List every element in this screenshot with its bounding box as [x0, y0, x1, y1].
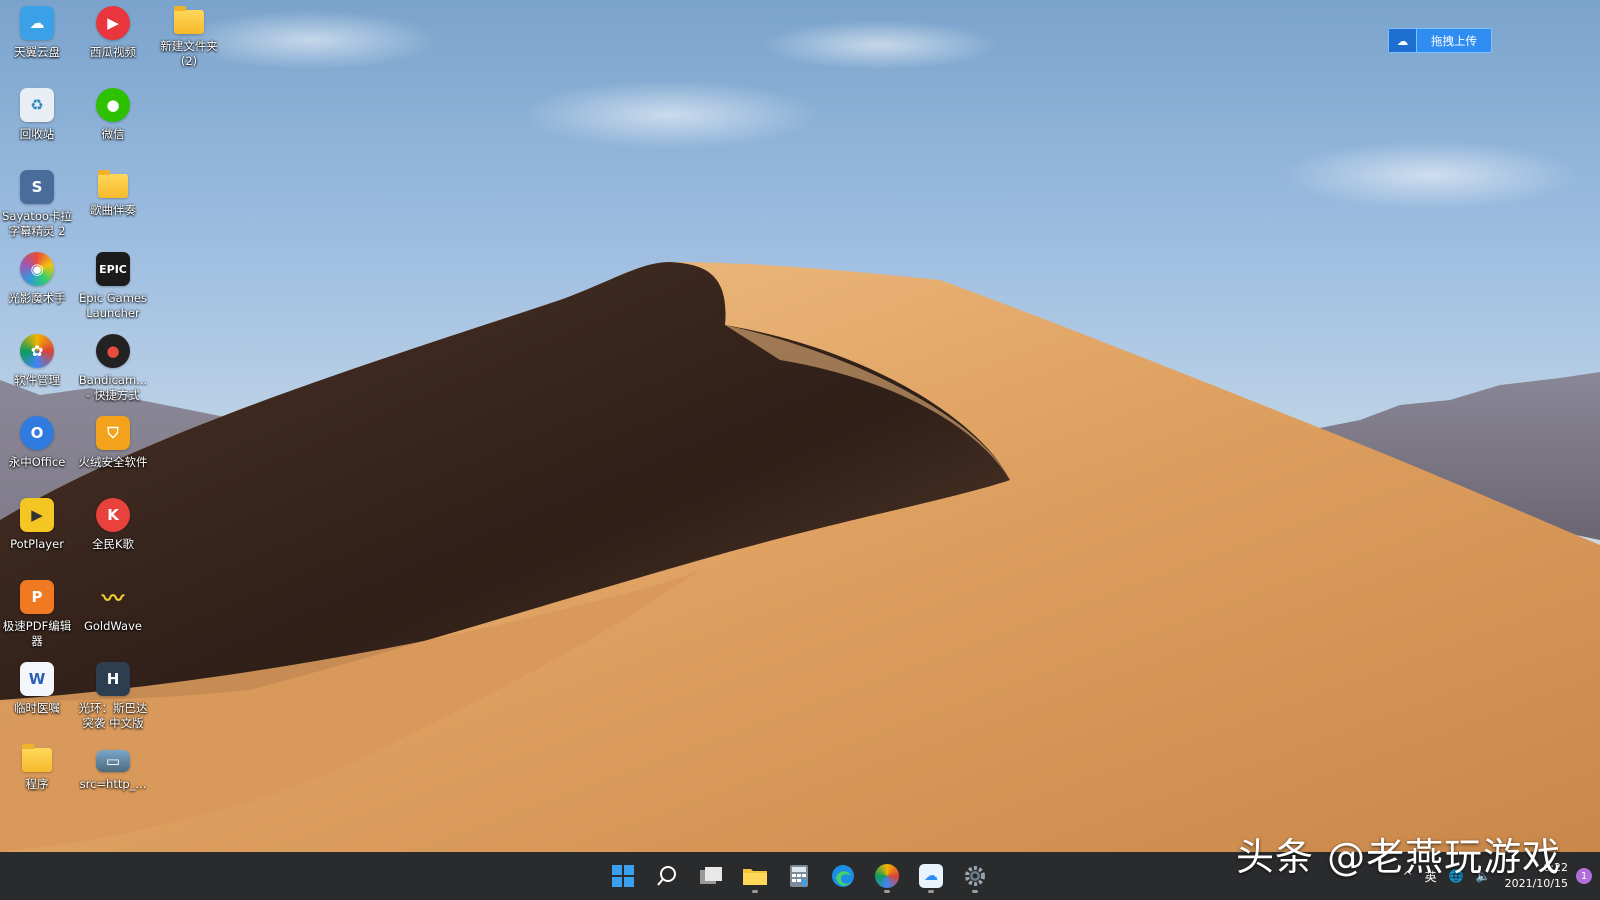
- halo-icon: H: [96, 662, 130, 696]
- icon-label: 新建文件夹 (2): [160, 39, 218, 68]
- watermark-text: 头条 @老燕玩游戏: [1236, 835, 1562, 879]
- recycle-bin-icon: ♻: [20, 88, 54, 122]
- pinwheel-icon: ✿: [20, 334, 54, 368]
- icon-label: 微信: [101, 127, 125, 141]
- icon-epic-games[interactable]: EPIC Epic Games Launcher: [76, 248, 150, 328]
- notification-badge[interactable]: 1: [1576, 868, 1592, 884]
- drag-upload-button[interactable]: ☁ 拖拽上传: [1388, 28, 1492, 53]
- icon-label: GoldWave: [83, 619, 142, 633]
- icon-src-image[interactable]: ▭ src=http_...: [76, 740, 150, 820]
- icon-label: 光影魔术手: [8, 291, 66, 305]
- cloud-app-icon: ☁: [919, 864, 943, 888]
- waveform-icon: 〰: [101, 587, 124, 612]
- icon-quanmin-k[interactable]: K 全民K歌: [76, 494, 150, 574]
- icon-label: 西瓜视频: [90, 45, 136, 59]
- search-button[interactable]: [650, 859, 684, 893]
- epic-games-icon: EPIC: [96, 252, 130, 286]
- icon-label: 火绒安全软件: [78, 455, 148, 469]
- icon-bandicam[interactable]: ● Bandicam... - 快捷方式: [76, 330, 150, 410]
- play-icon: ▶: [96, 6, 130, 40]
- running-indicator: [928, 890, 934, 893]
- icon-guangying[interactable]: ◉ 光影魔术手: [0, 248, 74, 328]
- edge-icon: [832, 865, 854, 887]
- icon-xigua-video[interactable]: ▶ 西瓜视频: [76, 2, 150, 82]
- desktop: ☁ 天翼云盘 ♻ 回收站 S Sayatoo卡拉字幕精灵 2 ◉ 光影魔术手 ✿…: [0, 0, 1600, 852]
- icon-label: Epic Games Launcher: [79, 291, 147, 320]
- settings-button[interactable]: [958, 859, 992, 893]
- icon-label: 光环：斯巴达突袭 中文版: [78, 701, 148, 730]
- icon-halo-spartan[interactable]: H 光环：斯巴达突袭 中文版: [76, 658, 150, 738]
- software-manager-button[interactable]: [870, 859, 904, 893]
- icon-label: src=http_...: [79, 777, 147, 791]
- start-button[interactable]: [606, 859, 640, 893]
- icon-sayatoo[interactable]: S Sayatoo卡拉字幕精灵 2: [0, 166, 74, 246]
- icon-label: Sayatoo卡拉字幕精灵 2: [2, 209, 72, 238]
- record-icon: ●: [96, 334, 130, 368]
- wechat-icon: ●: [96, 88, 130, 122]
- running-indicator: [884, 890, 890, 893]
- calculator-icon: [790, 865, 808, 887]
- image-file-icon: ▭: [96, 750, 130, 772]
- file-explorer-button[interactable]: [738, 859, 772, 893]
- gear-icon: [965, 866, 985, 886]
- icon-label: PotPlayer: [10, 537, 64, 551]
- icon-label: 歌曲伴奏: [90, 203, 136, 217]
- icon-label: 全民K歌: [91, 537, 135, 551]
- icon-label: Bandicam... - 快捷方式: [78, 373, 148, 402]
- icon-huorong[interactable]: ⛉ 火绒安全软件: [76, 412, 150, 492]
- icon-label: 临时医嘱: [14, 701, 60, 715]
- icon-potplayer[interactable]: ▶ PotPlayer: [0, 494, 74, 574]
- icon-program-folder[interactable]: 程序: [0, 740, 74, 820]
- icon-yozo-office[interactable]: O 永中Office: [0, 412, 74, 492]
- cloud-app-icon: ☁: [1389, 29, 1417, 52]
- running-indicator: [752, 890, 758, 893]
- aperture-icon: ◉: [20, 252, 54, 286]
- running-indicator: [972, 890, 978, 893]
- icon-label: 永中Office: [8, 455, 66, 469]
- desert-dune-wallpaper: [0, 262, 1600, 852]
- icon-goldwave[interactable]: 〰 GoldWave: [76, 576, 150, 656]
- folder-icon: [22, 744, 52, 772]
- icon-tianyi-cloud[interactable]: ☁ 天翼云盘: [0, 2, 74, 82]
- windows-logo-icon: [612, 865, 634, 887]
- k-song-icon: K: [96, 498, 130, 532]
- icon-new-folder[interactable]: 新建文件夹 (2): [152, 2, 226, 82]
- word-doc-icon: W: [20, 662, 54, 696]
- icon-label: 程序: [25, 777, 49, 791]
- cloud-app-icon: ☁: [20, 6, 54, 40]
- search-icon: [657, 866, 676, 886]
- icon-label: 软件管理: [14, 373, 60, 387]
- edge-button[interactable]: [826, 859, 860, 893]
- icon-jisu-pdf[interactable]: P 极速PDF编辑器: [0, 576, 74, 656]
- pinwheel-icon: [875, 864, 899, 888]
- icon-temp-doc[interactable]: W 临时医嘱: [0, 658, 74, 738]
- icon-label: 回收站: [19, 127, 55, 141]
- icon-label: 天翼云盘: [14, 45, 60, 59]
- calculator-button[interactable]: [782, 859, 816, 893]
- icon-wechat[interactable]: ● 微信: [76, 84, 150, 164]
- pdf-icon: P: [20, 580, 54, 614]
- upload-label: 拖拽上传: [1431, 33, 1477, 48]
- icon-software-manager[interactable]: ✿ 软件管理: [0, 330, 74, 410]
- icon-label: 极速PDF编辑器: [2, 619, 72, 648]
- icon-song-folder[interactable]: 歌曲伴奏: [76, 166, 150, 246]
- folder-icon: [98, 170, 128, 198]
- potplayer-icon: ▶: [20, 498, 54, 532]
- task-view-icon: [700, 867, 722, 884]
- folder-icon: [743, 869, 767, 885]
- tianyi-cloud-button[interactable]: ☁: [914, 859, 948, 893]
- sayatoo-icon: S: [20, 170, 54, 204]
- icon-recycle-bin[interactable]: ♻ 回收站: [0, 84, 74, 164]
- task-view-button[interactable]: [694, 859, 728, 893]
- office-icon: O: [20, 416, 54, 450]
- folder-icon: [174, 6, 204, 34]
- shield-icon: ⛉: [96, 416, 130, 450]
